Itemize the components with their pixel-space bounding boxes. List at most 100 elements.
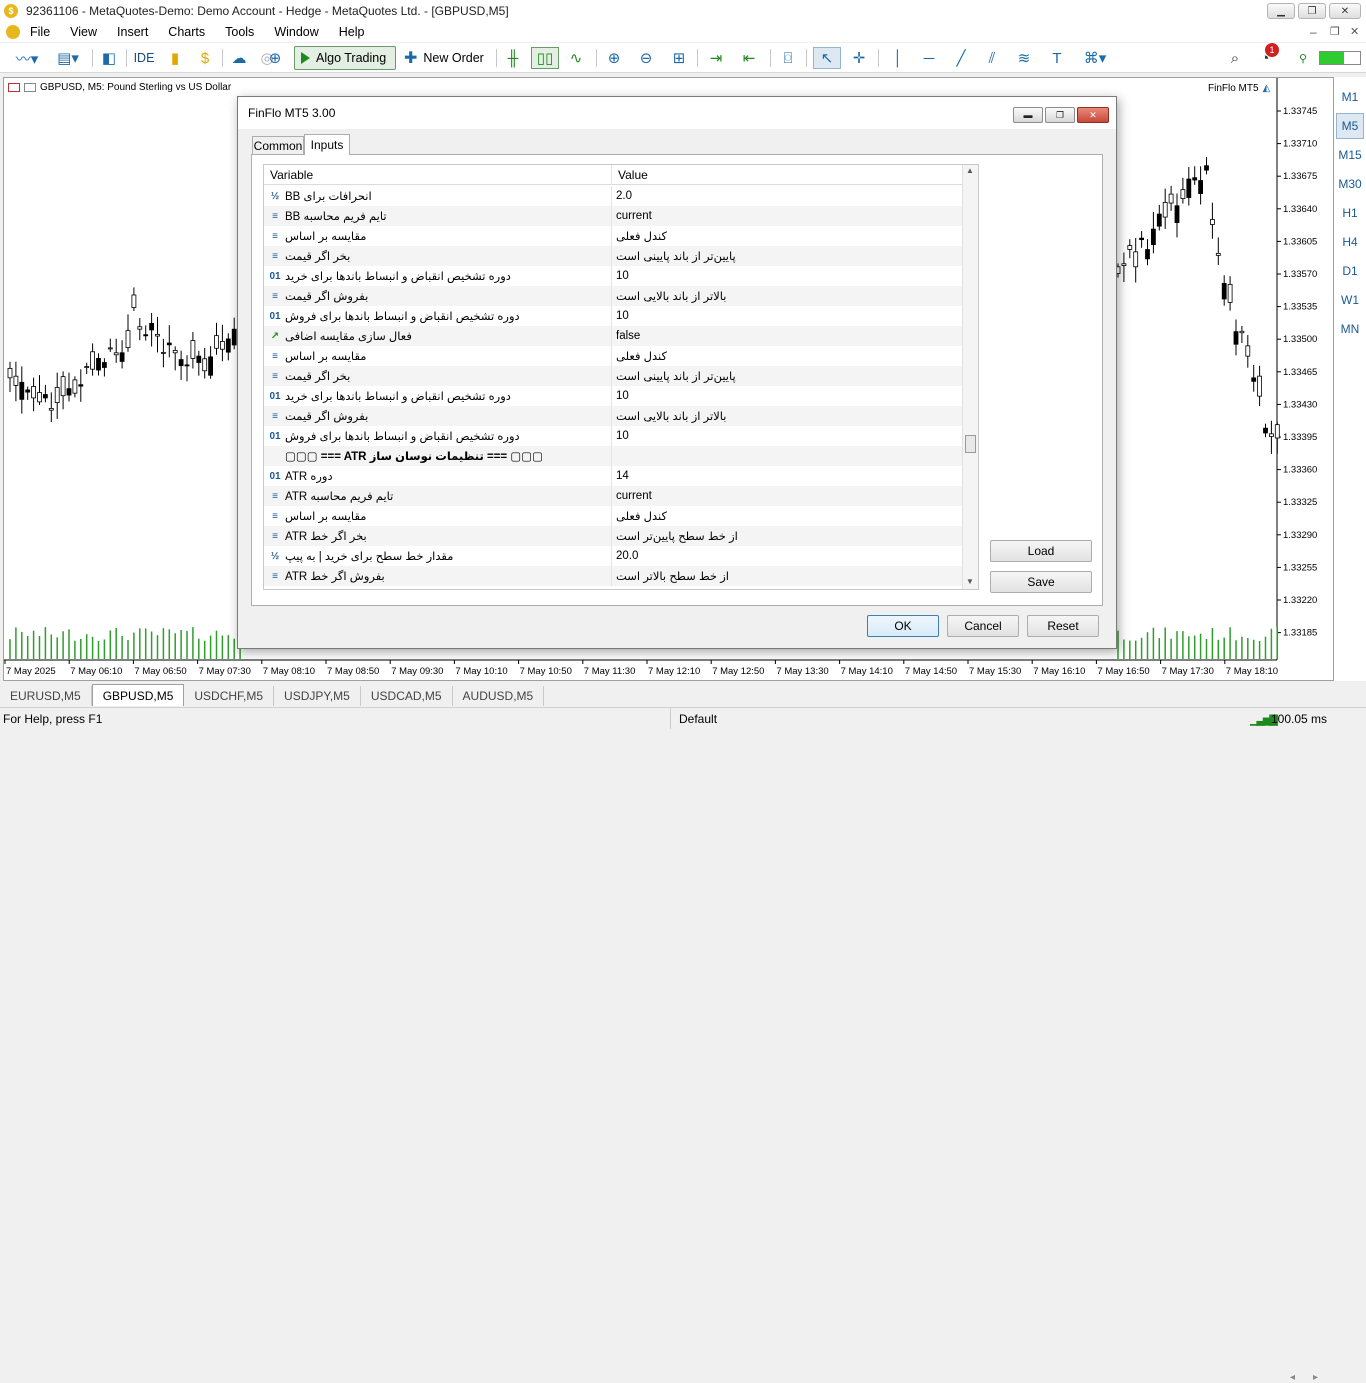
bar-chart-icon[interactable]: ╫ [502,47,524,69]
column-variable[interactable]: Variable [264,165,612,185]
table-row[interactable]: ↗ فعال سازی مقایسه اضافی false [264,326,962,346]
table-row[interactable]: ½ مقدار خط سطح برای خرید | به پیپ 20.0 [264,546,962,566]
menu-window[interactable]: Window [264,25,328,39]
chart-menu-icon[interactable] [8,83,20,92]
row-value-cell[interactable]: پایین‌تر از باند پایینی است [612,246,962,266]
chart-tab-usdcad[interactable]: USDCAD,M5 [361,686,453,706]
chart-tab-usdchf[interactable]: USDCHF,M5 [184,686,275,706]
chart-tab-eurusd[interactable]: EURUSD,M5 [0,686,92,706]
close-button[interactable]: ✕ [1329,3,1361,19]
row-value-cell[interactable]: 14 [612,466,962,486]
chart-tab-audusd[interactable]: AUDUSD,M5 [453,686,545,706]
new-order-button[interactable]: ✚ New Order [404,46,484,70]
search-icon[interactable]: ⌕ [1224,47,1246,69]
table-row[interactable]: ≡ تایم فریم محاسبه ATR current [264,486,962,506]
chart-shift-icon[interactable]: ⇤ [737,47,761,69]
timeframe-h1[interactable]: H1 [1336,200,1364,226]
table-row[interactable]: ≡ مقایسه بر اساس کندل فعلی [264,226,962,246]
menu-charts[interactable]: Charts [158,25,215,39]
table-row[interactable]: ≡ بفروش اگر قیمت بالاتر از باند بالایی است [264,406,962,426]
lock-icon[interactable]: ▮ [164,47,186,69]
dialog-maximize-button[interactable]: ❐ [1045,107,1075,123]
table-row[interactable]: ½ انحرافات برای BB 2.0 [264,186,962,206]
tab-inputs[interactable]: Inputs [304,134,350,155]
row-value-cell[interactable]: 10 [612,426,962,446]
market-icon[interactable]: ⊕ [264,47,286,69]
scroll-thumb[interactable] [965,435,976,453]
table-row[interactable]: ≡ بفروش اگر قیمت بالاتر از باند بالایی است [264,286,962,306]
chart-menu-icon[interactable] [6,25,20,39]
scroll-down-icon[interactable]: ▼ [966,577,974,586]
table-row[interactable]: 01 دوره تشخیص انقباض و انبساط باندها برای… [264,426,962,446]
timeframe-d1[interactable]: D1 [1336,258,1364,284]
row-value-cell[interactable]: false [612,326,962,346]
table-row[interactable]: ▢▢▢ === ATR تنظیمات نوسان ساز === ▢▢▢ [264,446,962,466]
table-row[interactable]: 01 دوره تشخیص انقباض و انبساط باندها برای… [264,306,962,326]
tab-common[interactable]: Common [252,136,304,154]
line-chart-icon[interactable]: ∿ [565,47,587,69]
menu-view[interactable]: View [60,25,107,39]
cursor-icon[interactable]: ↖ [813,47,841,69]
save-button[interactable]: Save [990,571,1092,593]
timeframe-w1[interactable]: W1 [1336,287,1364,313]
horizontal-line-icon[interactable]: ─ [918,47,940,69]
load-button[interactable]: Load [990,540,1092,562]
row-value-cell[interactable]: 10 [612,386,962,406]
dialog-close-button[interactable]: ✕ [1077,107,1109,123]
timeframe-mn[interactable]: MN [1336,316,1364,342]
timeframe-m15[interactable]: M15 [1336,142,1364,168]
minimize-button[interactable]: ▁ [1267,3,1295,19]
screenshot-icon[interactable]: ⌼ [777,47,799,69]
table-scrollbar[interactable]: ▲ ▼ [962,165,978,589]
vertical-line-icon[interactable]: │ [887,47,909,69]
timeframe-m30[interactable]: M30 [1336,171,1364,197]
row-value-cell[interactable]: کندل فعلی [612,226,962,246]
menu-tools[interactable]: Tools [215,25,264,39]
dollar-icon[interactable]: $ [194,47,216,69]
row-value-cell[interactable] [612,446,962,466]
table-row[interactable]: 01 دوره تشخیص انقباض و انبساط باندها برای… [264,266,962,286]
table-row[interactable]: ≡ بخر اگر قیمت پایین‌تر از باند پایینی است [264,246,962,266]
menu-file[interactable]: File [20,25,60,39]
restore-button[interactable]: ❐ [1298,3,1326,19]
table-row[interactable]: ≡ مقایسه بر اساس کندل فعلی [264,506,962,526]
new-chart-icon[interactable]: 〰▾ [10,47,44,69]
row-value-cell[interactable]: 10 [612,266,962,286]
cloud-icon[interactable]: ☁ [228,47,250,69]
row-value-cell[interactable]: 2.0 [612,186,962,206]
row-value-cell[interactable]: از خط سطح بالاتر است [612,566,962,586]
candlestick-icon[interactable]: ▯▯ [531,47,559,69]
menu-help[interactable]: Help [329,25,375,39]
tab-scroll-left-icon[interactable]: ◂ [1290,1372,1295,1383]
dialog-minimize-button[interactable]: ▬ [1013,107,1043,123]
scroll-up-icon[interactable]: ▲ [966,166,974,175]
tile-windows-icon[interactable]: ⊞ [668,47,690,69]
row-value-cell[interactable]: 20.0 [612,546,962,566]
table-row[interactable]: 01 دوره تشخیص انقباض و انبساط باندها برای… [264,386,962,406]
table-row[interactable]: ≡ مقایسه بر اساس کندل فعلی [264,346,962,366]
ok-button[interactable]: OK [867,615,939,637]
table-row[interactable]: ≡ بفروش اگر خط ATR از خط سطح بالاتر است [264,566,962,586]
market-watch-icon[interactable]: ◧ [98,47,120,69]
channel-icon[interactable]: ⫽ [981,47,1003,69]
mdi-minimize-icon[interactable]: – [1310,25,1317,39]
table-row[interactable]: ≡ بخر اگر قیمت پایین‌تر از باند پایینی است [264,366,962,386]
menu-insert[interactable]: Insert [107,25,158,39]
column-value[interactable]: Value [612,165,648,185]
chart-tab-gbpusd[interactable]: GBPUSD,M5 [91,684,185,706]
tab-scroll-right-icon[interactable]: ▸ [1313,1372,1318,1383]
row-value-cell[interactable]: 10 [612,306,962,326]
ide-button[interactable]: IDE [132,47,156,69]
crosshair-icon[interactable]: ✛ [848,47,870,69]
timeframe-m5[interactable]: M5 [1336,113,1364,139]
profiles-icon[interactable]: ▤▾ [50,47,86,69]
reset-button[interactable]: Reset [1027,615,1099,637]
table-row[interactable]: 01 دوره ATR 14 [264,466,962,486]
indicator-label[interactable]: FinFlo MT5 ◭ [1208,83,1270,94]
chart-tab-usdjpy[interactable]: USDJPY,M5 [274,686,361,706]
row-value-cell[interactable]: بالاتر از باند بالایی است [612,406,962,426]
text-icon[interactable]: T [1046,47,1068,69]
row-value-cell[interactable]: کندل فعلی [612,346,962,366]
mdi-restore-icon[interactable]: ❐ [1330,25,1340,38]
row-value-cell[interactable]: پایین‌تر از باند پایینی است [612,366,962,386]
